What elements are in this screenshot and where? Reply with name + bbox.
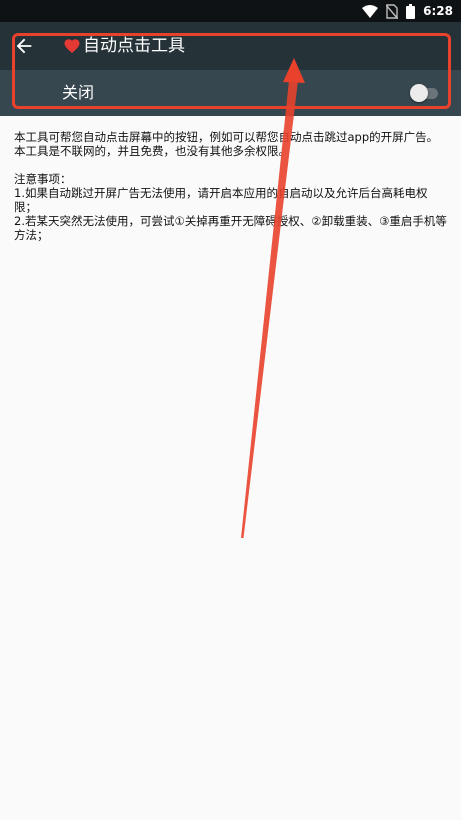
- status-time: 6:28: [423, 4, 453, 18]
- battery-icon: [406, 3, 416, 19]
- toolbar: 自动点击工具: [0, 22, 461, 70]
- description-content: 本工具可帮您自动点击屏幕中的按钮，例如可以帮您自动点击跳过app的开屏广告。 本…: [14, 130, 450, 242]
- notes-heading: 注意事项：: [14, 172, 72, 186]
- status-bar: 6:28: [0, 0, 461, 22]
- note-item-2: 2.若某天突然无法使用，可尝试①关掉再重开无障碍授权、②卸载重装、③重启手机等方…: [14, 214, 447, 242]
- service-switch-row[interactable]: 关闭: [0, 70, 461, 116]
- no-sim-icon: [386, 3, 399, 19]
- intro-paragraph-1: 本工具可帮您自动点击屏幕中的按钮，例如可以帮您自动点击跳过app的开屏广告。: [14, 130, 439, 144]
- status-icons: 6:28: [362, 2, 453, 20]
- heart-icon: [64, 39, 80, 54]
- service-toggle-switch[interactable]: [410, 84, 438, 102]
- note-item-1: 1.如果自动跳过开屏广告无法使用，请开启本应用的自启动以及允许后台高耗电权限；: [14, 186, 428, 214]
- annotation-arrow: [241, 58, 305, 538]
- wifi-icon: [362, 4, 379, 18]
- switch-thumb[interactable]: [410, 84, 428, 102]
- arrow-left-icon[interactable]: [13, 35, 35, 57]
- intro-paragraph-2: 本工具是不联网的，并且免费，也没有其他多余权限。: [14, 144, 290, 158]
- page-title: 自动点击工具: [83, 36, 185, 56]
- switch-label: 关闭: [62, 83, 95, 102]
